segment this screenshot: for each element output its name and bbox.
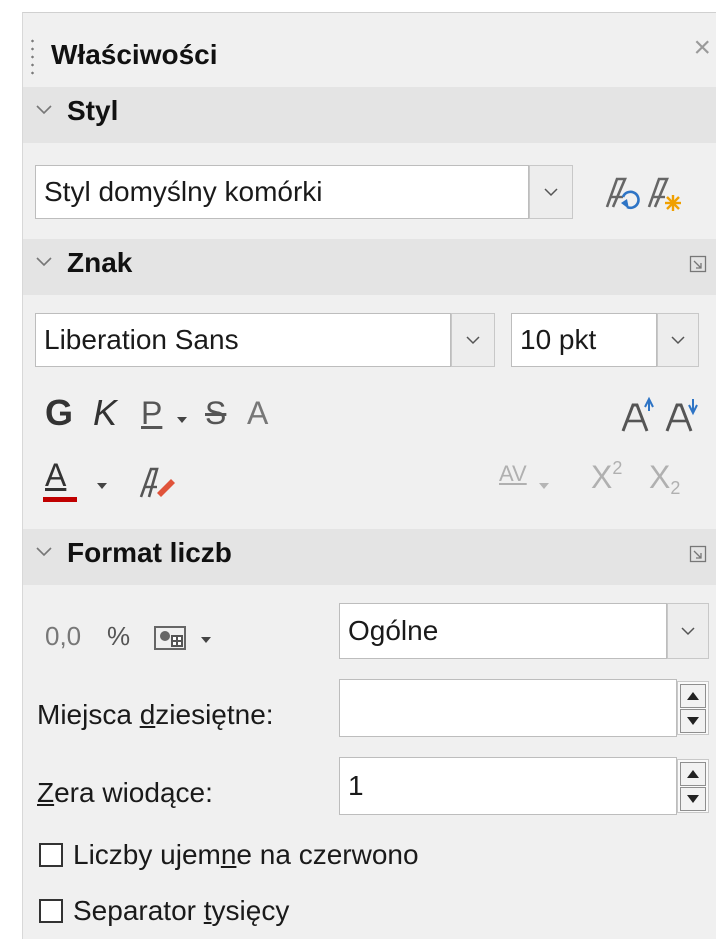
more-options-icon[interactable] xyxy=(689,545,707,563)
percent-format-button[interactable]: % xyxy=(107,621,130,652)
underline-button[interactable]: P xyxy=(141,397,162,429)
superscript-mark: 2 xyxy=(612,458,623,478)
subscript-button[interactable]: X2 xyxy=(649,459,681,498)
decimal-places-input[interactable] xyxy=(339,679,677,737)
panel-title: Właściwości xyxy=(51,39,218,70)
subscript-letter: X xyxy=(649,459,671,495)
triangle-up-icon xyxy=(687,770,699,778)
currency-format-icon[interactable] xyxy=(153,623,189,653)
font-size-input[interactable]: 10 pkt xyxy=(511,313,657,367)
bold-button[interactable]: G xyxy=(45,395,73,431)
character-spacing-dropdown-icon[interactable] xyxy=(539,483,549,489)
decimal-format-button[interactable]: 0,0 xyxy=(45,621,81,652)
decimal-places-label: Miejsca dziesiętne: xyxy=(37,699,274,730)
font-color-letter: A xyxy=(45,457,67,493)
number-category-select[interactable]: Ogólne xyxy=(339,603,667,659)
cell-style-dropdown-button[interactable] xyxy=(529,165,573,219)
font-color-button[interactable]: A xyxy=(43,459,77,503)
decrement-button[interactable] xyxy=(680,709,706,733)
superscript-button[interactable]: X2 xyxy=(591,458,623,496)
font-size-dropdown-button[interactable] xyxy=(657,313,699,367)
font-name-input[interactable]: Liberation Sans xyxy=(35,313,451,367)
leading-zeros-label: Zera wiodące: xyxy=(37,777,213,808)
superscript-letter: X xyxy=(591,459,613,495)
chevron-down-icon xyxy=(466,336,480,345)
currency-dropdown-icon[interactable] xyxy=(201,637,211,643)
increment-button[interactable] xyxy=(680,762,706,786)
leading-zeros-input[interactable]: 1 xyxy=(339,757,677,815)
chevron-down-icon xyxy=(36,257,52,267)
more-options-icon[interactable] xyxy=(689,255,707,273)
font-color-dropdown-icon[interactable] xyxy=(97,483,107,489)
section-header-znak[interactable]: Znak xyxy=(23,239,716,295)
chevron-down-icon xyxy=(544,188,558,197)
section-header-styl[interactable]: Styl xyxy=(23,87,716,143)
section-title-znak: Znak xyxy=(67,247,133,278)
chevron-down-icon xyxy=(671,336,685,345)
decrement-button[interactable] xyxy=(680,787,706,811)
section-title-format-liczb: Format liczb xyxy=(67,537,232,568)
chevron-down-icon xyxy=(681,627,695,636)
increment-button[interactable] xyxy=(680,684,706,708)
negative-red-label[interactable]: Liczby ujemne na czerwono xyxy=(73,839,419,871)
negative-red-checkbox[interactable] xyxy=(39,843,63,867)
increase-font-icon[interactable] xyxy=(619,395,655,435)
thousands-separator-checkbox[interactable] xyxy=(39,899,63,923)
number-category-dropdown-button[interactable] xyxy=(667,603,709,659)
character-spacing-button[interactable]: AV xyxy=(499,461,527,487)
decimal-places-spinner[interactable] xyxy=(677,681,709,735)
underline-dropdown-icon[interactable] xyxy=(177,417,187,423)
cell-style-select[interactable]: Styl domyślny komórki xyxy=(35,165,529,219)
shadow-button[interactable]: A xyxy=(247,397,268,429)
thousands-separator-label[interactable]: Separator tysięcy xyxy=(73,895,289,927)
properties-sidebar: Właściwości × Styl Styl domyślny komórki… xyxy=(22,12,716,939)
highlight-color-icon[interactable] xyxy=(137,461,177,501)
strikethrough-button[interactable]: S xyxy=(205,397,226,429)
triangle-down-icon xyxy=(687,717,699,725)
close-icon[interactable]: × xyxy=(693,33,711,63)
update-style-icon[interactable] xyxy=(603,173,641,213)
section-title-styl: Styl xyxy=(67,95,119,126)
decrease-font-icon[interactable] xyxy=(663,395,699,435)
font-color-swatch xyxy=(43,497,77,502)
section-header-format-liczb[interactable]: Format liczb xyxy=(23,529,716,585)
italic-button[interactable]: K xyxy=(93,395,117,431)
chevron-down-icon xyxy=(36,547,52,557)
leading-zeros-spinner[interactable] xyxy=(677,759,709,813)
drag-grip-icon[interactable] xyxy=(31,37,34,77)
subscript-mark: 2 xyxy=(670,478,681,498)
triangle-down-icon xyxy=(687,795,699,803)
new-style-icon[interactable] xyxy=(645,173,685,213)
triangle-up-icon xyxy=(687,692,699,700)
chevron-down-icon xyxy=(36,105,52,115)
font-name-dropdown-button[interactable] xyxy=(451,313,495,367)
